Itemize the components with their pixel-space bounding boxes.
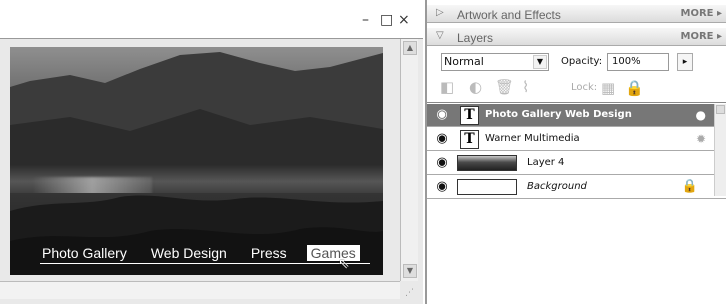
layer-row-warner-multimedia[interactable]: ◉ T Warner Multimedia ✹ (427, 128, 726, 151)
collapse-arrow-icon[interactable]: ▽ (436, 30, 444, 41)
visibility-eye-icon[interactable]: ◉ (433, 130, 451, 148)
text-layer-icon: T (460, 106, 479, 125)
vertical-scrollbar[interactable]: ▲ ▼ (400, 39, 418, 281)
lock-transparency-icon[interactable]: ▦ (601, 79, 615, 97)
document-canvas-area: Photo Gallery Web Design Press Games ▲ ▼… (0, 38, 423, 304)
close-button[interactable]: × (398, 12, 410, 28)
navigation-underline (40, 263, 370, 264)
layer-name: Layer 4 (527, 157, 565, 168)
layers-scrollbar[interactable] (714, 104, 726, 196)
expand-arrow-icon[interactable]: ▷ (436, 7, 444, 18)
new-fill-layer-icon[interactable]: ◧ (440, 78, 454, 96)
opacity-input[interactable]: 100% (607, 53, 669, 71)
layer-name: Warner Multimedia (485, 133, 580, 144)
document-window: – □ × Photo Gallery Web Design Press Gam… (0, 0, 423, 304)
scroll-up-icon[interactable] (716, 105, 725, 114)
layer-controls: Normal ▼ Opacity: 100% ▸ ◧ ◐ 🗑 ⌇ Lock: ▦… (427, 47, 726, 103)
visibility-eye-icon[interactable]: ◉ (433, 178, 451, 196)
visibility-eye-icon[interactable]: ◉ (433, 154, 451, 172)
visibility-eye-icon[interactable]: ◉ (433, 106, 451, 124)
lock-label: Lock: (571, 82, 598, 93)
nav-games[interactable]: Games (306, 245, 360, 261)
layer-row-background[interactable]: ◉ Background 🔒 (427, 176, 726, 199)
pointer-cursor-icon: ⇖ (338, 256, 350, 272)
scroll-down-icon[interactable]: ▼ (403, 264, 417, 278)
chevron-down-icon[interactable]: ▼ (533, 55, 547, 69)
resize-grip-icon[interactable]: ⋰ (405, 288, 417, 300)
panels-bin: ▷ Artwork and Effects MORE ▸ ▽ Layers MO… (425, 0, 726, 304)
lock-icon: 🔒 (681, 179, 698, 194)
layers-title: Layers (457, 31, 494, 45)
minimize-button[interactable]: – (362, 12, 369, 28)
link-icon[interactable]: ⌇ (522, 78, 529, 96)
horizontal-scrollbar[interactable] (0, 281, 400, 299)
layers-more-button[interactable]: MORE ▸ (681, 31, 722, 42)
layer-status-dot-icon: ● (695, 108, 706, 122)
layer-row-photo-gallery-web-design[interactable]: ◉ T Photo Gallery Web Design ● (427, 104, 726, 127)
scroll-up-icon[interactable]: ▲ (403, 41, 417, 55)
website-navigation: Photo Gallery Web Design Press Games (42, 243, 383, 263)
artwork-effects-title: Artwork and Effects (457, 8, 561, 22)
layer-name: Background (527, 181, 587, 192)
text-layer-icon: T (460, 130, 479, 149)
opacity-label: Opacity: (561, 56, 603, 67)
opacity-slider-button[interactable]: ▸ (677, 53, 693, 71)
mountain-image (10, 52, 383, 179)
layer-style-gear-icon: ✹ (695, 132, 706, 146)
website-photo-canvas[interactable]: Photo Gallery Web Design Press Games (10, 47, 383, 275)
nav-web-design[interactable]: Web Design (151, 245, 227, 261)
layers-panel-header[interactable]: ▽ Layers MORE ▸ (427, 28, 726, 46)
artwork-effects-panel-header[interactable]: ▷ Artwork and Effects MORE ▸ (427, 5, 726, 23)
blend-mode-select[interactable]: Normal ▼ (441, 53, 549, 71)
layer-row-layer-4[interactable]: ◉ Layer 4 (427, 152, 726, 175)
blend-mode-value: Normal (444, 55, 484, 68)
trash-icon[interactable]: 🗑 (495, 78, 514, 96)
layer-name: Photo Gallery Web Design (485, 109, 632, 120)
layer-4-thumbnail (457, 155, 517, 171)
layers-list: ◉ T Photo Gallery Web Design ● ◉ T Warne… (427, 104, 726, 200)
nav-photo-gallery[interactable]: Photo Gallery (42, 245, 127, 261)
nav-press[interactable]: Press (251, 245, 287, 261)
lock-all-icon[interactable]: 🔒 (625, 79, 644, 97)
background-thumbnail (457, 179, 517, 195)
document-titlebar: – □ × (0, 0, 423, 38)
maximize-button[interactable]: □ (380, 12, 393, 28)
adjustment-layer-icon[interactable]: ◐ (469, 78, 482, 96)
artwork-more-button[interactable]: MORE ▸ (681, 8, 722, 19)
